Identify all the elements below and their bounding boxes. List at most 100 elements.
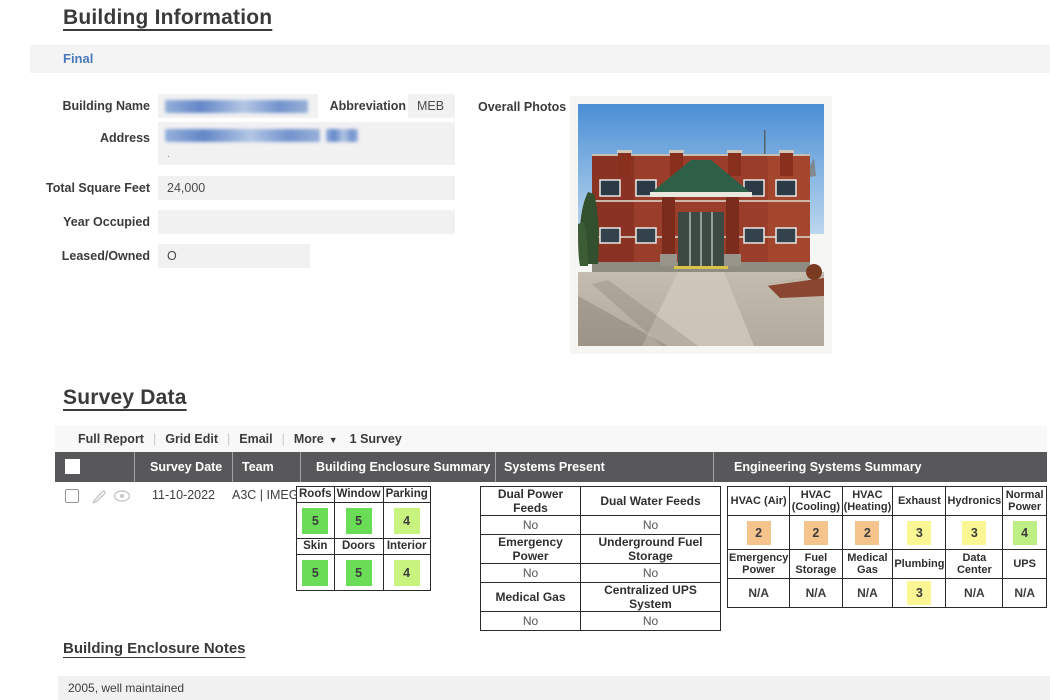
abbreviation-value: MEB bbox=[408, 94, 455, 118]
engineering-header: HVAC (Cooling) bbox=[790, 487, 842, 516]
rating-na: N/A bbox=[946, 579, 1003, 608]
rating-badge: 3 bbox=[907, 521, 931, 545]
toolbar-separator: | bbox=[227, 432, 230, 446]
rating-badge: 5 bbox=[346, 508, 372, 534]
system-value: No bbox=[481, 516, 581, 535]
total-square-feet-label: Total Square Feet bbox=[0, 176, 150, 200]
system-value: No bbox=[481, 612, 581, 631]
rating-badge: 2 bbox=[747, 521, 771, 545]
engineering-header: HVAC (Heating) bbox=[842, 487, 893, 516]
building-name-label: Building Name bbox=[0, 94, 150, 118]
engineering-header: Hydronics bbox=[946, 487, 1003, 516]
more-menu-button[interactable]: More▼ bbox=[294, 432, 338, 446]
column-building-enclosure-summary[interactable]: Building Enclosure Summary bbox=[316, 452, 490, 482]
column-systems-present[interactable]: Systems Present bbox=[504, 452, 605, 482]
address-line2: . bbox=[167, 148, 170, 160]
toolbar-separator: | bbox=[282, 432, 285, 446]
rating-na: N/A bbox=[728, 579, 790, 608]
system-label: Dual Power Feeds bbox=[481, 487, 581, 516]
enclosure-header: Window bbox=[334, 487, 383, 503]
enclosure-header: Parking bbox=[383, 487, 430, 503]
building-enclosure-notes-field[interactable]: 2005, well maintained bbox=[58, 676, 1050, 700]
rating-badge: 2 bbox=[855, 521, 879, 545]
select-all-checkbox[interactable] bbox=[65, 459, 80, 474]
rating-badge: 5 bbox=[346, 560, 372, 586]
edit-pencil-icon[interactable] bbox=[91, 489, 107, 504]
column-engineering-systems-summary[interactable]: Engineering Systems Summary bbox=[734, 452, 922, 482]
chevron-down-icon: ▼ bbox=[329, 435, 338, 445]
address-field[interactable]: . bbox=[158, 122, 455, 165]
rating-na: N/A bbox=[842, 579, 893, 608]
leased-owned-field[interactable]: O bbox=[158, 244, 310, 268]
email-button[interactable]: Email bbox=[239, 432, 272, 446]
survey-toolbar: Full Report | Grid Edit | Email | More▼ 1 Surve… bbox=[55, 426, 1047, 452]
grid-edit-button[interactable]: Grid Edit bbox=[165, 432, 218, 446]
survey-date-value: 11-10-2022 bbox=[152, 488, 215, 502]
building-photo[interactable] bbox=[578, 104, 824, 346]
engineering-header: Fuel Storage bbox=[790, 550, 842, 579]
toolbar-separator: | bbox=[153, 432, 156, 446]
column-survey-date[interactable]: Survey Date bbox=[150, 452, 222, 482]
rating-badge: 2 bbox=[804, 521, 828, 545]
rating-na: N/A bbox=[790, 579, 842, 608]
building-enclosure-notes-value: 2005, well maintained bbox=[58, 676, 1050, 700]
system-label: Underground Fuel Storage bbox=[581, 535, 721, 564]
leased-owned-value: O bbox=[158, 244, 310, 268]
engineering-header: Plumbing bbox=[893, 550, 946, 579]
engineering-header: Emergency Power bbox=[728, 550, 790, 579]
total-square-feet-value: 24,000 bbox=[158, 176, 455, 200]
system-value: No bbox=[581, 612, 721, 631]
system-label: Emergency Power bbox=[481, 535, 581, 564]
address-label: Address bbox=[0, 128, 150, 148]
redacted-address-2 bbox=[326, 129, 358, 142]
system-label: Medical Gas bbox=[481, 583, 581, 612]
leased-owned-label: Leased/Owned bbox=[0, 244, 150, 268]
enclosure-header: Doors bbox=[334, 539, 383, 555]
survey-table: Full Report | Grid Edit | Email | More▼ 1 Surve… bbox=[55, 426, 1047, 623]
system-value: No bbox=[581, 564, 721, 583]
view-eye-icon[interactable] bbox=[113, 489, 131, 503]
system-label: Dual Water Feeds bbox=[581, 487, 721, 516]
abbreviation-field[interactable]: MEB bbox=[408, 94, 455, 118]
rating-badge: 4 bbox=[1013, 521, 1037, 545]
year-occupied-field[interactable] bbox=[158, 210, 455, 234]
engineering-header: Medical Gas bbox=[842, 550, 893, 579]
column-team[interactable]: Team bbox=[242, 452, 274, 482]
engineering-systems-summary-table: HVAC (Air) HVAC (Cooling) HVAC (Heating)… bbox=[727, 486, 1047, 608]
rating-badge: 3 bbox=[962, 521, 986, 545]
year-occupied-label: Year Occupied bbox=[0, 210, 150, 234]
building-information-heading: Building Information bbox=[63, 6, 272, 30]
system-label: Centralized UPS System bbox=[581, 583, 721, 612]
full-report-button[interactable]: Full Report bbox=[78, 432, 144, 446]
building-enclosure-notes-heading: Building Enclosure Notes bbox=[63, 640, 246, 657]
survey-row: 11-10-2022 A3C | IMEG Roofs Window Parki… bbox=[55, 482, 1047, 623]
enclosure-header: Skin bbox=[297, 539, 335, 555]
rating-badge: 4 bbox=[394, 560, 420, 586]
engineering-header: Exhaust bbox=[893, 487, 946, 516]
engineering-header: Data Center bbox=[946, 550, 1003, 579]
building-enclosure-summary-table: Roofs Window Parking 5 5 4 Skin Doors In… bbox=[296, 486, 431, 591]
building-report-page: Building Information Final Building Name… bbox=[0, 0, 1050, 700]
engineering-header: Normal Power bbox=[1003, 487, 1047, 516]
survey-count: 1 Survey bbox=[350, 432, 402, 446]
rating-badge: 5 bbox=[302, 560, 328, 586]
team-value: A3C | IMEG bbox=[232, 488, 298, 502]
rating-na: N/A bbox=[1003, 579, 1047, 608]
status-badge: Final bbox=[30, 45, 1050, 73]
rating-badge: 3 bbox=[907, 581, 931, 605]
systems-present-table: Dual Power Feeds Dual Water Feeds No No … bbox=[480, 486, 721, 631]
engineering-header: HVAC (Air) bbox=[728, 487, 790, 516]
rating-badge: 5 bbox=[302, 508, 328, 534]
status-bar: Final bbox=[30, 45, 1050, 73]
abbreviation-label: Abbreviation bbox=[256, 94, 406, 118]
redacted-address-1 bbox=[165, 129, 320, 142]
enclosure-header: Roofs bbox=[297, 487, 335, 503]
overall-photo-frame bbox=[570, 96, 832, 354]
engineering-header: UPS bbox=[1003, 550, 1047, 579]
rating-badge: 4 bbox=[394, 508, 420, 534]
system-value: No bbox=[581, 516, 721, 535]
survey-data-heading: Survey Data bbox=[63, 386, 187, 410]
total-square-feet-field[interactable]: 24,000 bbox=[158, 176, 455, 200]
row-checkbox[interactable] bbox=[65, 489, 79, 503]
enclosure-header: Interior bbox=[383, 539, 430, 555]
